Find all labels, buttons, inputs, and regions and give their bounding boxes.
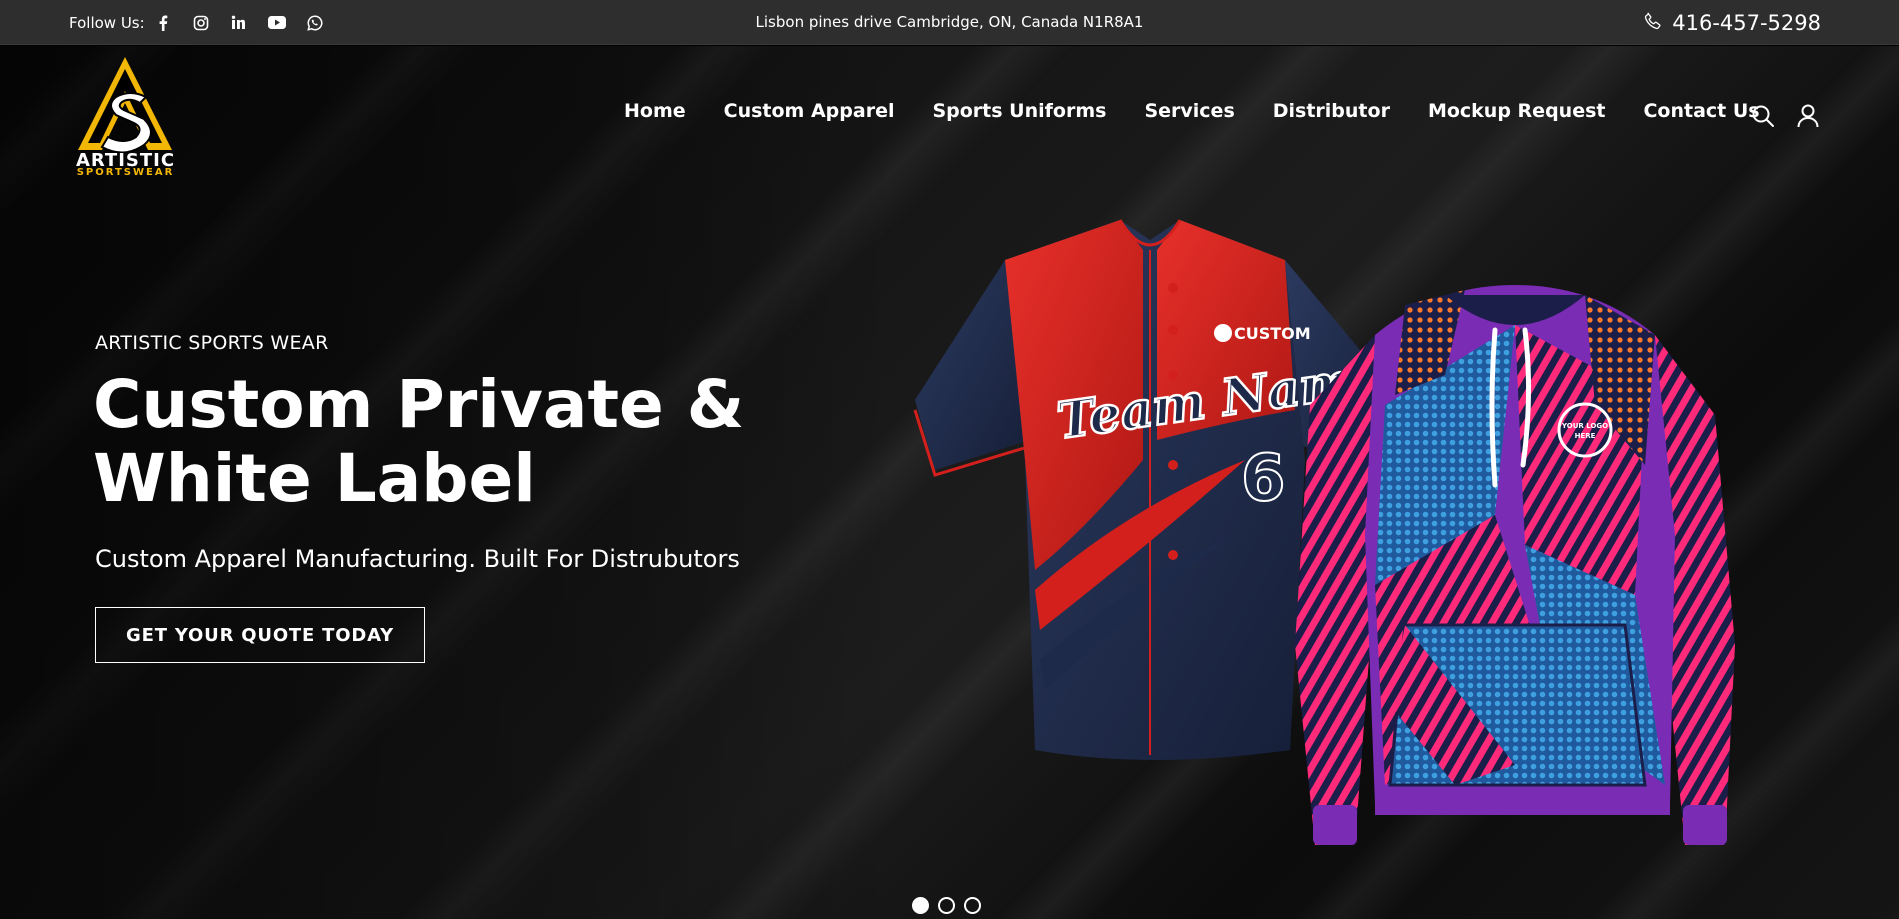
top-bar: Follow Us: Lisbon pines drive Cambridge,… — [0, 0, 1899, 45]
hero-eyebrow: ARTISTIC SPORTS WEAR — [95, 332, 329, 354]
instagram-icon[interactable] — [191, 13, 211, 33]
slider-pagination — [912, 897, 981, 914]
get-quote-button[interactable]: GET YOUR QUOTE TODAY — [95, 607, 425, 663]
slider-dot-1[interactable] — [912, 897, 929, 914]
nav-contact-us[interactable]: Contact Us — [1643, 100, 1759, 122]
jersey-number: 6 — [1241, 442, 1286, 516]
slider-dot-3[interactable] — [964, 897, 981, 914]
facebook-icon[interactable] — [153, 13, 173, 33]
follow-label: Follow Us: — [69, 13, 145, 32]
logo-tagline: SPORTSWEAR — [76, 167, 175, 178]
nav-custom-apparel[interactable]: Custom Apparel — [724, 100, 895, 122]
linkedin-icon[interactable] — [229, 13, 249, 33]
hero-subheading: Custom Apparel Manufacturing. Built For … — [95, 545, 740, 573]
nav-distributor[interactable]: Distributor — [1273, 100, 1390, 122]
hero-headline: Custom Private & White Label — [93, 368, 813, 516]
hoodie-logo-line-1: YOUR LOGO — [1561, 422, 1608, 430]
main-nav: Home Custom Apparel Sports Uniforms Serv… — [624, 100, 1760, 122]
youtube-icon[interactable] — [267, 13, 287, 33]
nav-services[interactable]: Services — [1144, 100, 1234, 122]
phone-number: 416-457-5298 — [1672, 10, 1821, 35]
nav-home[interactable]: Home — [624, 100, 686, 122]
search-icon[interactable] — [1751, 104, 1775, 132]
nav-mockup-request[interactable]: Mockup Request — [1428, 100, 1606, 122]
social-links: Follow Us: — [69, 0, 343, 45]
hero-headline-line-2: White Label — [93, 440, 536, 517]
user-icon[interactable] — [1797, 104, 1819, 132]
phone-icon — [1644, 11, 1662, 35]
hoodie-logo-line-2: HERE — [1575, 432, 1596, 440]
header-icons — [1751, 104, 1819, 132]
phone-link[interactable]: 416-457-5298 — [1644, 0, 1821, 45]
slider-dot-2[interactable] — [938, 897, 955, 914]
sublimated-hoodie-image: YOUR LOGO HERE — [1295, 285, 1735, 845]
whatsapp-icon[interactable] — [305, 13, 325, 33]
hero-headline-line-1: Custom Private & — [93, 366, 745, 443]
nav-sports-uniforms[interactable]: Sports Uniforms — [932, 100, 1106, 122]
